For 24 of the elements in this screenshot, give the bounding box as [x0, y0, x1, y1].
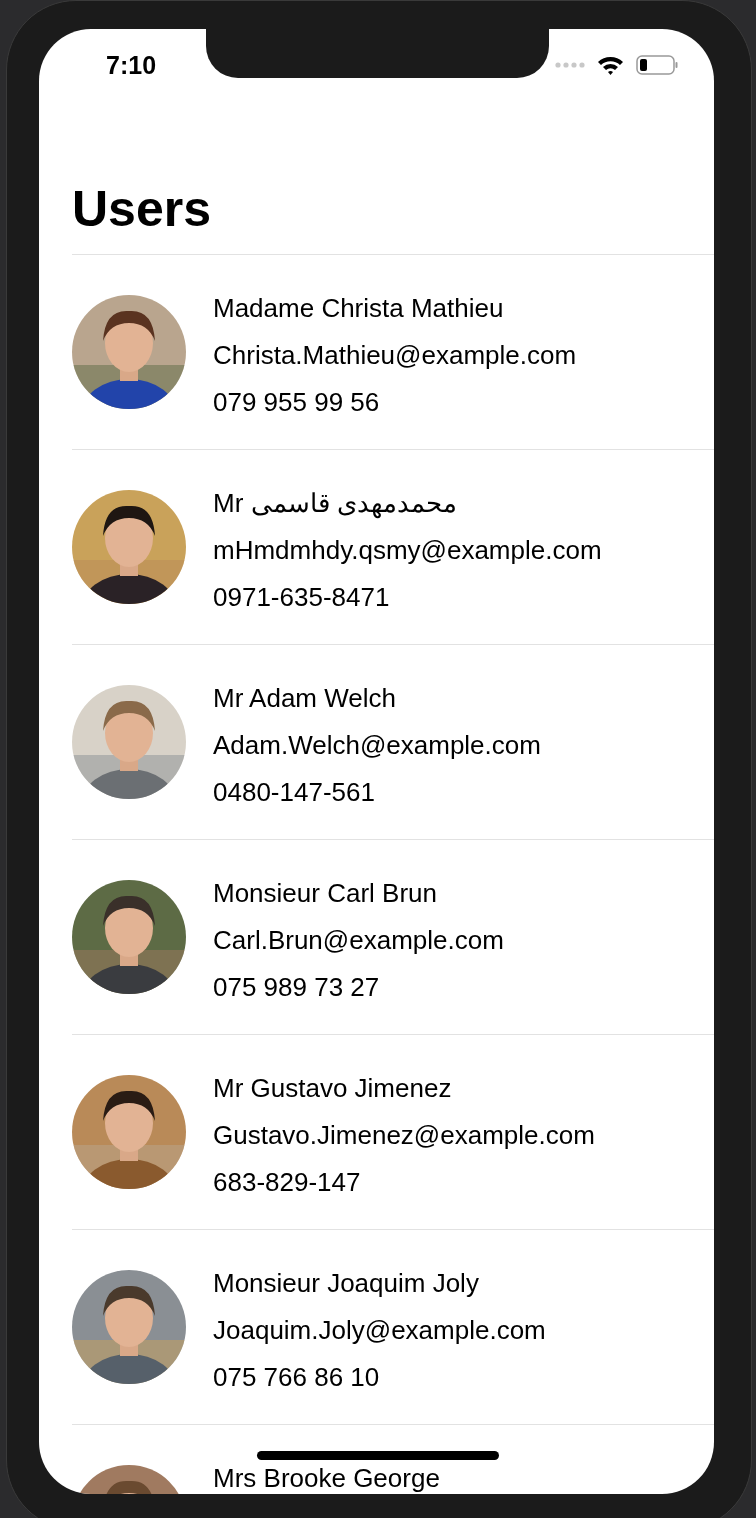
user-name: Mrs Brooke George	[213, 1463, 440, 1493]
user-email: mHmdmhdy.qsmy@example.com	[213, 535, 602, 565]
status-time: 7:10	[106, 50, 157, 80]
battery-icon	[636, 55, 678, 75]
user-name: Madame Christa Mathieu	[213, 293, 505, 323]
user-phone: 075 989 73 27	[213, 972, 381, 1002]
user-phone: 0480-147-561	[213, 777, 376, 807]
user-email: Christa.Mathieu@example.com	[213, 340, 577, 370]
user-email: Adam.Welch@example.com	[213, 730, 541, 760]
user-name: Mr محمدمهدی قاسمی	[213, 488, 458, 518]
user-email: Gustavo.Jimenez@example.com	[213, 1120, 595, 1150]
user-phone: 683-829-147	[213, 1167, 362, 1197]
wifi-icon	[597, 55, 624, 75]
user-name: Mr Gustavo Jimenez	[213, 1073, 453, 1103]
page-title: Users	[72, 181, 714, 255]
user-phone: 0971-635-8471	[213, 582, 391, 612]
user-email: Joaquim.Joly@example.com	[213, 1315, 546, 1345]
user-phone: 075 766 86 10	[213, 1362, 381, 1392]
signal-icon	[555, 62, 585, 68]
user-name: Mr Adam Welch	[213, 683, 397, 713]
user-name: Monsieur Carl Brun	[213, 878, 438, 908]
user-phone: 079 955 99 56	[213, 387, 381, 417]
user-email: Carl.Brun@example.com	[213, 925, 504, 955]
user-name: Monsieur Joaquim Joly	[213, 1268, 480, 1298]
